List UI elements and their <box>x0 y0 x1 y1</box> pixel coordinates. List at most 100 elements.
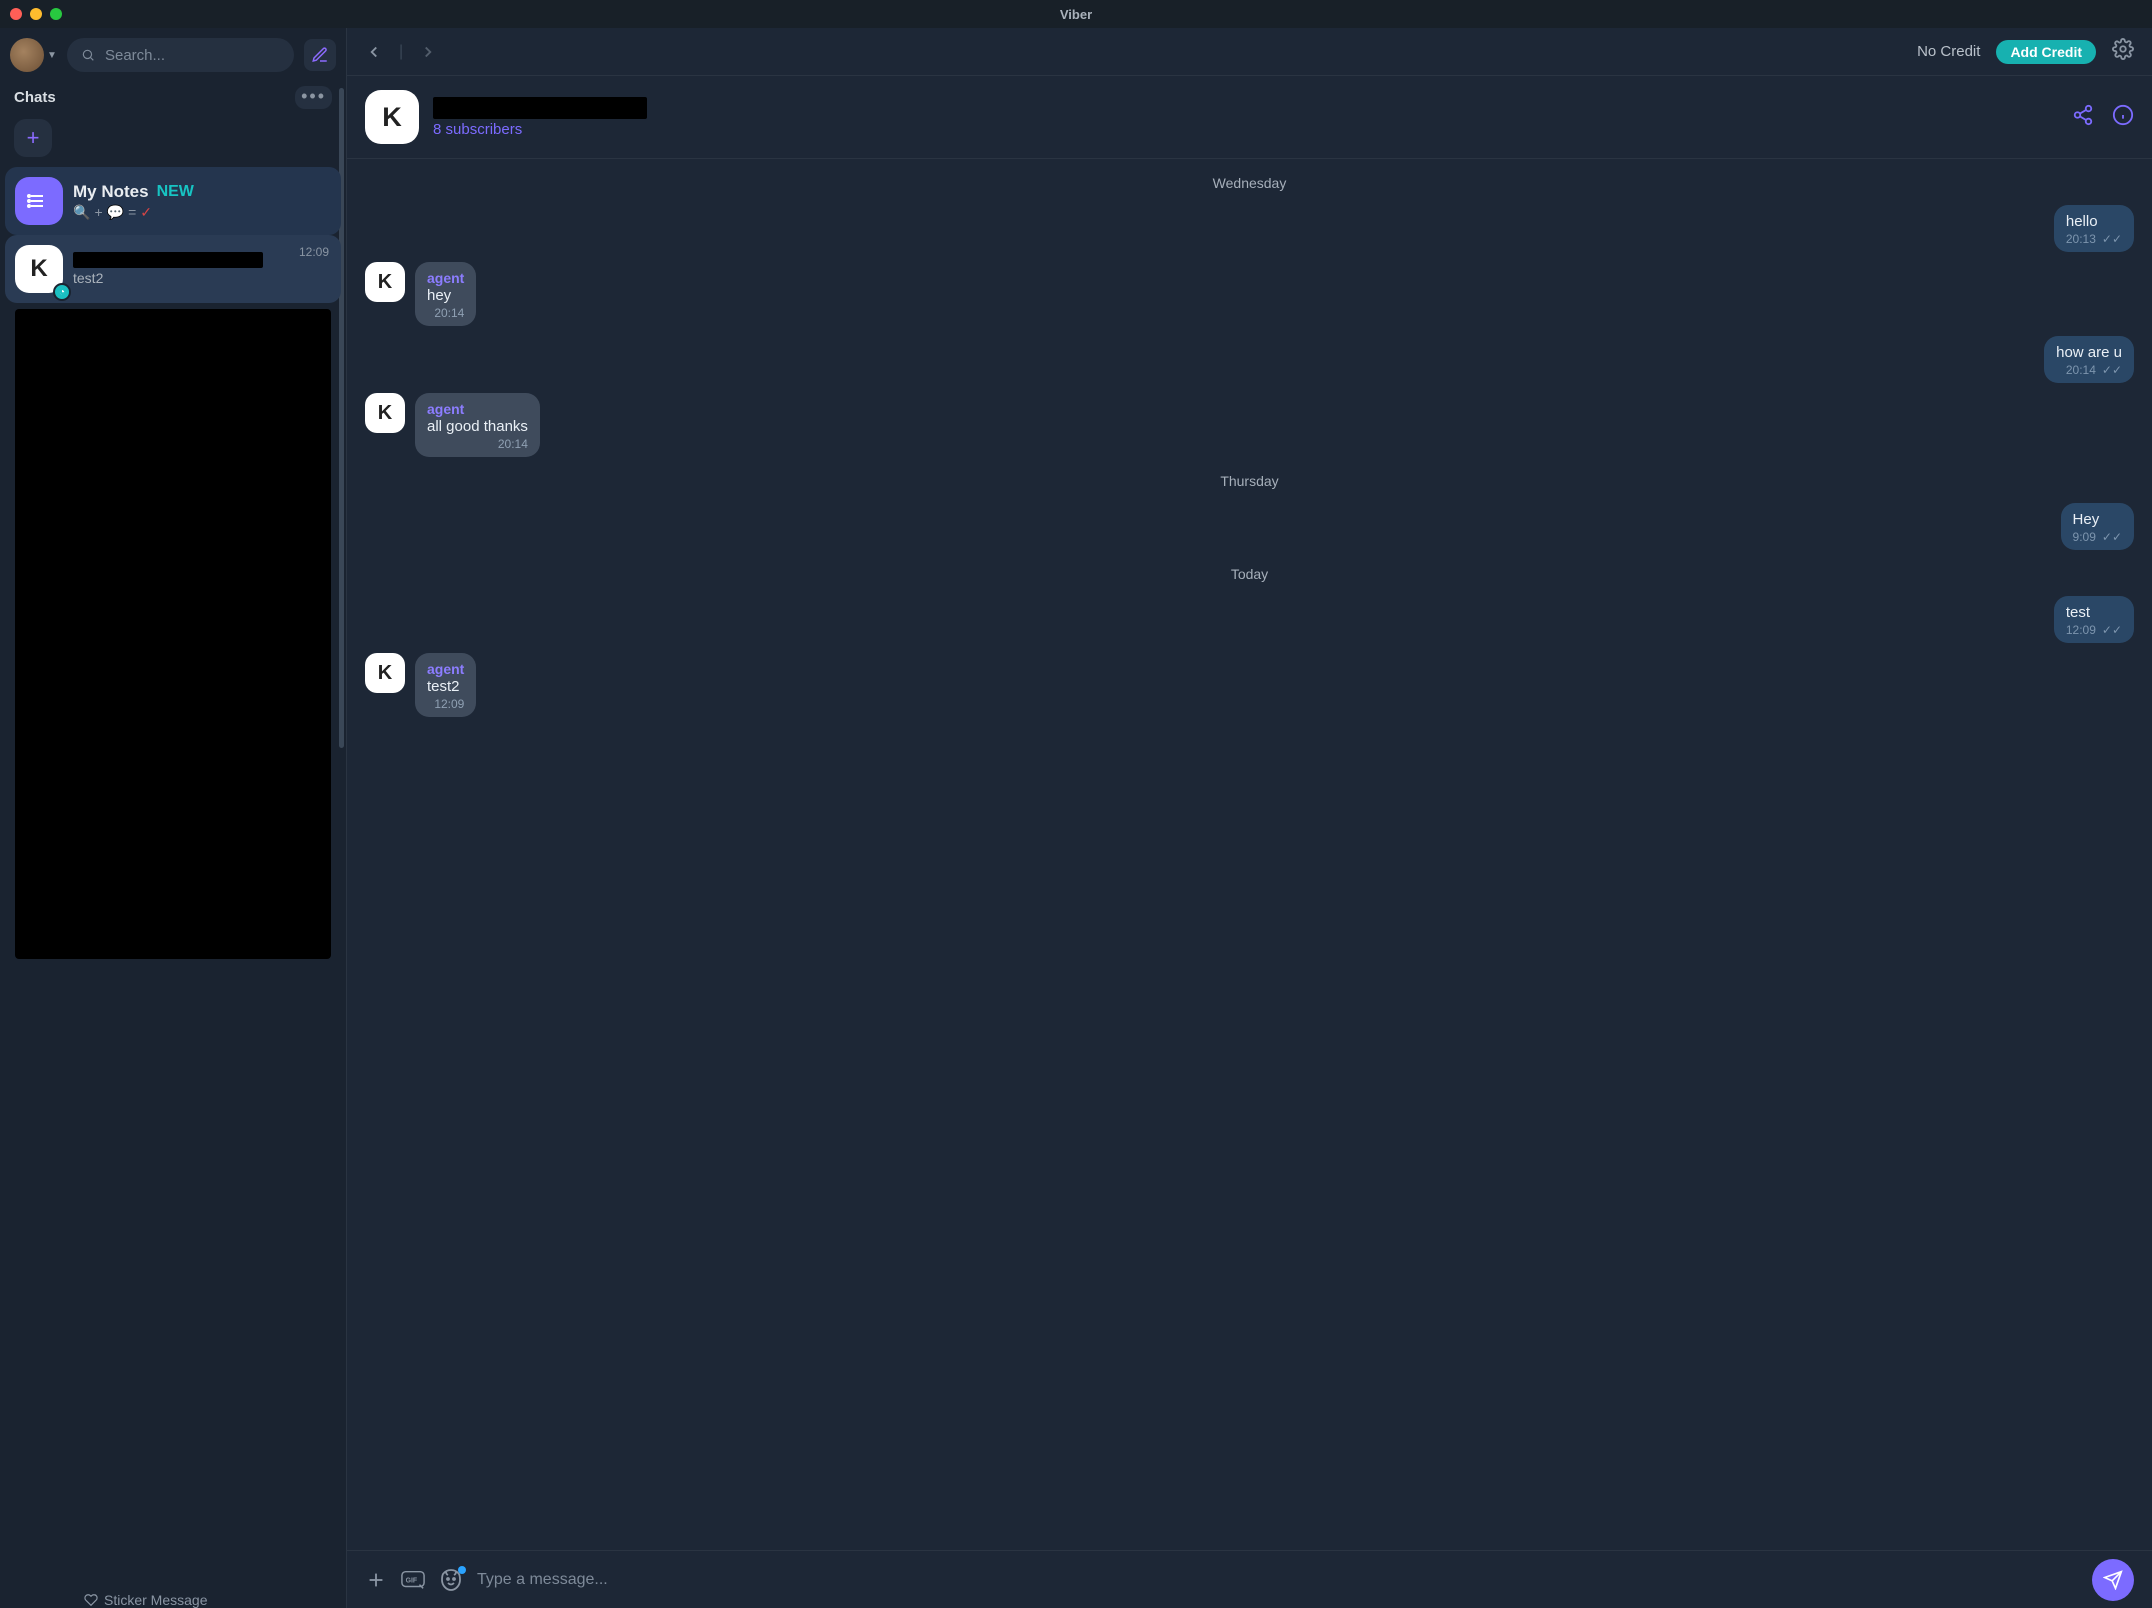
message-bubble[interactable]: test 12:09 ✓✓ <box>2054 596 2134 643</box>
notes-icon <box>15 177 63 225</box>
more-icon[interactable]: ••• <box>295 86 332 109</box>
date-separator: Thursday <box>365 467 2134 493</box>
send-button[interactable] <box>2092 1559 2134 1601</box>
chat-title-redacted <box>433 97 647 119</box>
chat-name: My Notes <box>73 182 149 202</box>
message-out: test 12:09 ✓✓ <box>365 596 2134 643</box>
chevron-right-icon <box>419 43 437 61</box>
date-separator: Wednesday <box>365 169 2134 195</box>
info-button[interactable] <box>2112 104 2134 131</box>
chat-header: K 8 subscribers <box>347 76 2152 159</box>
nav-back-button[interactable] <box>365 43 383 61</box>
chat-preview: test2 <box>73 270 331 286</box>
chat-item-my-notes[interactable]: My Notes NEW 🔍+💬=✓ <box>5 167 341 235</box>
message-bubble[interactable]: agent all good thanks 20:14 <box>415 393 540 457</box>
new-badge: NEW <box>157 183 194 201</box>
message-time: 9:09 <box>2073 530 2096 544</box>
redacted-block <box>15 309 331 959</box>
message-text: test <box>2066 604 2122 621</box>
sidebar-section-label: Chats <box>14 89 56 106</box>
profile-menu[interactable]: ▼ <box>10 38 57 72</box>
message-time: 12:09 <box>2066 623 2096 637</box>
message-out: hello 20:13 ✓✓ <box>365 205 2134 252</box>
sender-name: agent <box>427 661 464 677</box>
message-time: 20:13 <box>2066 232 2096 246</box>
composer: GIF <box>347 1550 2152 1608</box>
date-separator: Today <box>365 560 2134 586</box>
info-icon <box>2112 104 2134 126</box>
message-time: 12:09 <box>434 697 464 711</box>
chat-list: My Notes NEW 🔍+💬=✓ K ◔ test2 12:09 <box>0 167 346 1608</box>
compose-button[interactable] <box>304 39 336 71</box>
share-icon <box>2072 104 2094 126</box>
avatar-icon <box>10 38 44 72</box>
search-input[interactable] <box>105 47 280 64</box>
new-chat-button[interactable]: + <box>14 119 52 157</box>
message-bubble[interactable]: agent hey 20:14 <box>415 262 476 326</box>
gear-icon <box>2112 38 2134 60</box>
credit-status: No Credit <box>1917 43 1980 60</box>
settings-button[interactable] <box>2112 38 2134 65</box>
sender-avatar: K <box>365 393 405 433</box>
message-input[interactable] <box>477 1571 2078 1589</box>
sticker-button[interactable] <box>439 1568 463 1592</box>
chevron-down-icon: ▼ <box>47 50 57 61</box>
window-title: Viber <box>0 7 2152 22</box>
message-text: all good thanks <box>427 418 528 435</box>
message-text: test2 <box>427 678 464 695</box>
share-button[interactable] <box>2072 104 2094 131</box>
chat-item-k[interactable]: K ◔ test2 12:09 <box>5 235 341 303</box>
chat-preview: 🔍+💬=✓ <box>73 204 331 221</box>
message-time: 20:14 <box>498 437 528 451</box>
sender-name: agent <box>427 401 528 417</box>
read-check-icon: ✓✓ <box>2102 530 2122 544</box>
subscribers-link[interactable]: 8 subscribers <box>433 121 647 138</box>
search-field[interactable] <box>67 38 294 72</box>
nav-forward-button[interactable] <box>419 43 437 61</box>
sticker-message-preview: Sticker Message <box>84 1592 207 1608</box>
message-in: K agent all good thanks 20:14 <box>365 393 2134 457</box>
heart-icon <box>84 1593 98 1607</box>
add-credit-button[interactable]: Add Credit <box>1996 40 2096 64</box>
message-text: hello <box>2066 213 2122 230</box>
read-check-icon: ✓✓ <box>2102 232 2122 246</box>
message-text: hey <box>427 287 464 304</box>
message-bubble[interactable]: hello 20:13 ✓✓ <box>2054 205 2134 252</box>
sender-name: agent <box>427 270 464 286</box>
message-out: how are u 20:14 ✓✓ <box>365 336 2134 383</box>
main-panel: | No Credit Add Credit K 8 subscribers <box>347 28 2152 1608</box>
message-bubble[interactable]: Hey 9:09 ✓✓ <box>2061 503 2134 550</box>
chat-header-avatar: K <box>365 90 419 144</box>
message-bubble[interactable]: how are u 20:14 ✓✓ <box>2044 336 2134 383</box>
attach-button[interactable] <box>365 1569 387 1591</box>
chevron-left-icon <box>365 43 383 61</box>
nav-divider: | <box>399 43 403 61</box>
message-out: Hey 9:09 ✓✓ <box>365 503 2134 550</box>
message-bubble[interactable]: agent test2 12:09 <box>415 653 476 717</box>
sender-avatar: K <box>365 653 405 693</box>
message-text: Hey <box>2073 511 2122 528</box>
sender-avatar: K <box>365 262 405 302</box>
message-in: K agent test2 12:09 <box>365 653 2134 717</box>
gif-icon: GIF <box>401 1570 425 1590</box>
svg-text:GIF: GIF <box>406 1577 418 1584</box>
message-time: 20:14 <box>2066 363 2096 377</box>
chat-time: 12:09 <box>299 245 329 259</box>
send-icon <box>2103 1570 2123 1590</box>
plus-icon <box>365 1569 387 1591</box>
topbar: | No Credit Add Credit <box>347 28 2152 76</box>
compose-icon <box>311 46 329 64</box>
search-icon <box>81 47 95 63</box>
notification-dot-icon <box>458 1566 466 1574</box>
plus-icon: + <box>27 125 40 151</box>
read-check-icon: ✓✓ <box>2102 623 2122 637</box>
gif-button[interactable]: GIF <box>401 1570 425 1590</box>
message-in: K agent hey 20:14 <box>365 262 2134 326</box>
message-time: 20:14 <box>434 306 464 320</box>
sidebar: ▼ Chats ••• + <box>0 28 347 1608</box>
titlebar: Viber <box>0 0 2152 28</box>
bot-badge-icon: ◔ <box>53 283 71 301</box>
chat-name-redacted <box>73 252 263 268</box>
message-area[interactable]: Wednesday hello 20:13 ✓✓ K agent hey 20:… <box>347 159 2152 1550</box>
message-text: how are u <box>2056 344 2122 361</box>
